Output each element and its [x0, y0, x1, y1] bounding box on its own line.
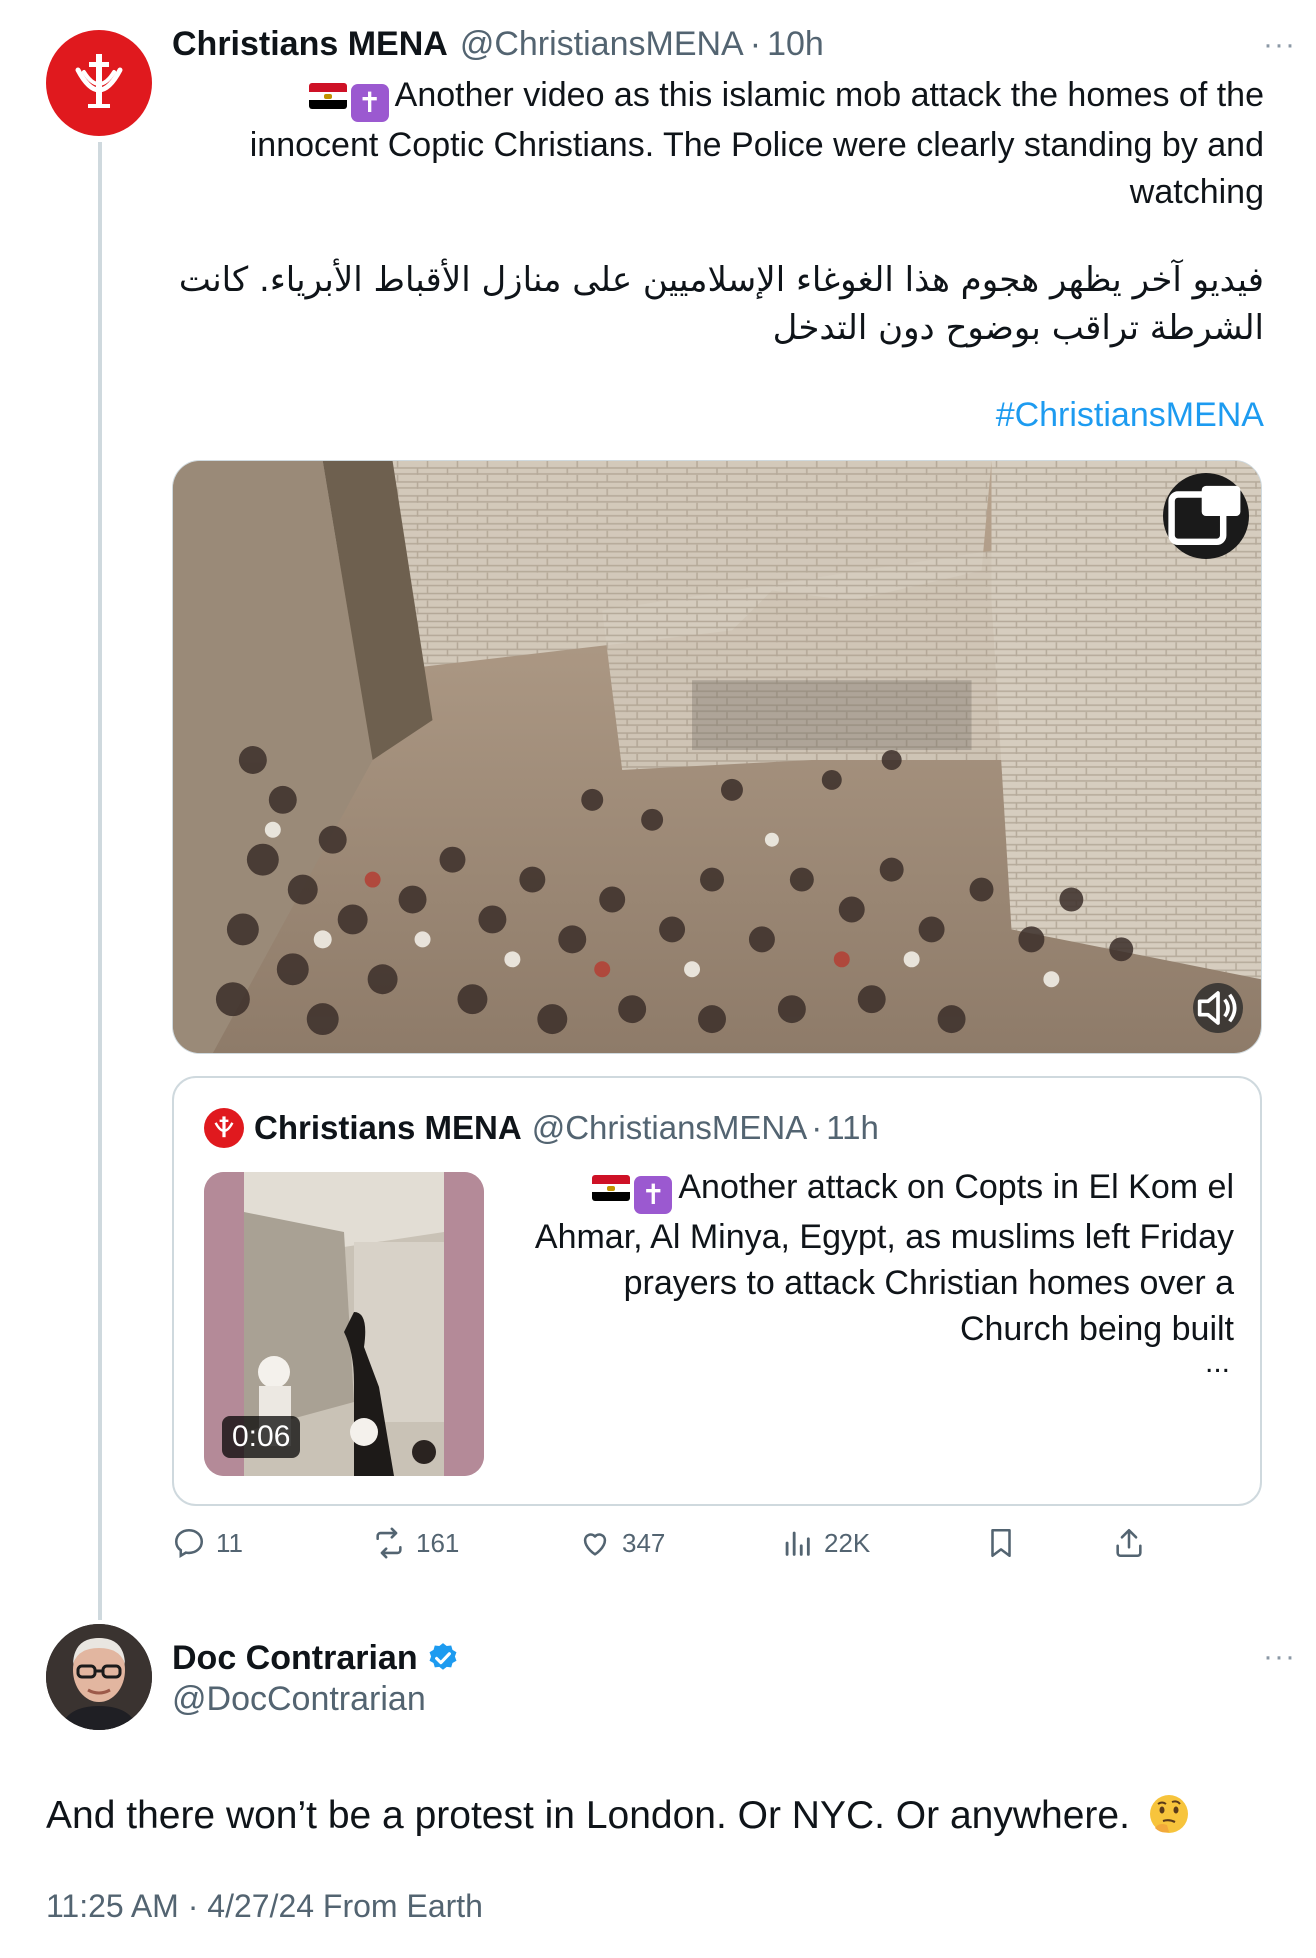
tweet-source: From Earth: [322, 1888, 483, 1924]
more-options-icon[interactable]: ···: [1263, 28, 1296, 62]
like-count: 347: [622, 1527, 666, 1558]
separator: ·: [187, 1888, 199, 1924]
quoted-tweet-text: ✝ Another attack on Copts in El Kom el Ah…: [524, 1164, 1234, 1352]
separator: ·: [749, 24, 762, 63]
analytics-bars-icon: [785, 1531, 810, 1556]
like-button[interactable]: 347: [578, 1520, 665, 1566]
quoted-video-thumbnail[interactable]: 0:06: [204, 1172, 484, 1476]
video-duration: 0:06: [222, 1416, 301, 1458]
quoted-author-avatar: [204, 1108, 244, 1148]
christians-mena-avatar[interactable]: [46, 30, 152, 136]
bookmark-button[interactable]: [984, 1520, 1028, 1566]
tweet-text: ✝ Another video as this islamic mob attac…: [172, 72, 1264, 216]
video-frame: [173, 461, 1261, 1053]
tweet-text: And there won’t be a protest in London. …: [46, 1790, 1276, 1842]
egypt-flag-icon: [308, 83, 347, 109]
doc-contrarian-avatar[interactable]: [46, 1624, 152, 1730]
latin-cross-icon: ✝: [634, 1176, 673, 1214]
author-name-row: Doc Contrarian: [172, 1636, 460, 1680]
latin-cross-icon: ✝: [350, 83, 389, 122]
verified-badge-icon[interactable]: [426, 1641, 460, 1675]
profile-photo: [46, 1624, 152, 1730]
tweet-timestamp[interactable]: 11:25 AM · 4/27/24 From Earth: [46, 1888, 483, 1925]
repost-count: 161: [416, 1527, 460, 1558]
quoted-tweet[interactable]: Christians MENA @ChristiansMENA · 11h 0:…: [172, 1076, 1262, 1506]
reply-button[interactable]: 11: [172, 1520, 243, 1566]
tweet-text-body: And there won’t be a protest in London. …: [46, 1794, 1130, 1837]
tweet-text-arabic: فيديو آخر يظهر هجوم هذا الغوغاء الإسلامي…: [178, 260, 1264, 348]
egypt-flag-icon: [592, 1175, 631, 1201]
separator: ·: [811, 1109, 823, 1146]
view-count: 22K: [824, 1527, 871, 1558]
views-button[interactable]: 22K: [780, 1520, 870, 1566]
author-name[interactable]: Christians MENA: [172, 25, 448, 64]
heart-icon: [583, 1533, 607, 1556]
author-handle[interactable]: @ChristiansMENA: [460, 25, 744, 64]
picture-in-picture-icon: [1168, 485, 1241, 546]
tweet-date: 4/27/24: [207, 1888, 315, 1924]
quoted-tweet-time: 11h: [826, 1109, 879, 1146]
more-options-icon[interactable]: ···: [1263, 1640, 1296, 1674]
tweet-header: Christians MENA @ChristiansMENA · 10h: [172, 24, 1262, 64]
quoted-author-name: Christians MENA: [254, 1109, 522, 1146]
quoted-tweet-header: Christians MENA @ChristiansMENA · 11h: [204, 1108, 879, 1148]
tweet-time: 11:25 AM: [46, 1888, 179, 1924]
video-player[interactable]: [172, 460, 1262, 1054]
tweet-text-line1: Another video as this islamic mob attack…: [394, 76, 1264, 114]
repost-icon: [376, 1527, 402, 1559]
hashtag-link[interactable]: #ChristiansMENA: [172, 396, 1264, 435]
bookmark-icon: [991, 1528, 1011, 1558]
repost-button[interactable]: 161: [372, 1520, 459, 1566]
reply-count: 11: [216, 1527, 243, 1558]
tweet-time[interactable]: 10h: [767, 25, 824, 64]
christians-mena-logo-icon: [75, 54, 123, 108]
thinking-face-icon: [1149, 1795, 1188, 1833]
thread-connector-line: [98, 142, 102, 1620]
tweet-action-bar: 11 161 347 22K: [172, 1520, 1262, 1566]
speaker-icon: [1197, 991, 1237, 1025]
author-name[interactable]: Doc Contrarian: [172, 1639, 418, 1678]
reply-icon: [174, 1528, 204, 1559]
share-icon: [1116, 1528, 1142, 1558]
picture-in-picture-button[interactable]: [1163, 473, 1249, 559]
share-button[interactable]: [1112, 1520, 1156, 1566]
tweet-text-rest: innocent Coptic Christians. The Police w…: [249, 125, 1264, 211]
volume-button[interactable]: [1193, 983, 1243, 1033]
author-handle[interactable]: @DocContrarian: [172, 1680, 426, 1719]
christians-mena-logo-icon: [214, 1116, 234, 1138]
show-more-ellipsis[interactable]: ...: [1205, 1346, 1230, 1380]
quoted-author-handle: @ChristiansMENA: [531, 1109, 808, 1146]
